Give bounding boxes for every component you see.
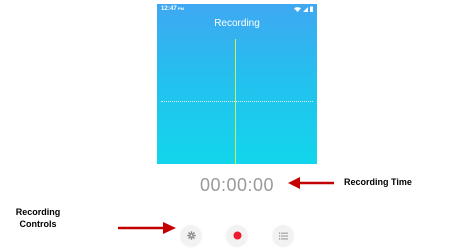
status-time: 12:47PM bbox=[161, 6, 184, 12]
recorder-screen: 12:47PM Recording bbox=[157, 4, 317, 164]
recordings-list-button[interactable] bbox=[273, 226, 293, 246]
recording-controls-label: Recording Controls bbox=[0, 206, 76, 230]
list-icon bbox=[278, 227, 288, 245]
signal-icon bbox=[303, 6, 308, 14]
record-icon bbox=[233, 227, 242, 245]
status-bar: 12:47PM bbox=[157, 4, 317, 16]
recording-timer: 00:00:00 bbox=[199, 175, 275, 195]
status-icons bbox=[294, 6, 313, 14]
recording-time-arrow bbox=[288, 177, 334, 189]
wifi-icon bbox=[294, 6, 301, 14]
record-button[interactable] bbox=[227, 226, 247, 246]
screen-title: Recording bbox=[214, 18, 260, 29]
waveform-baseline bbox=[161, 101, 313, 102]
screenshot-canvas: 12:47PM Recording 00:00:00 Recording Tim… bbox=[0, 0, 449, 248]
settings-button[interactable] bbox=[181, 226, 201, 246]
recording-controls-label-line2: Controls bbox=[19, 219, 57, 229]
status-time-ampm: PM bbox=[177, 6, 185, 11]
status-time-value: 12:47 bbox=[161, 6, 177, 12]
recording-controls-arrow bbox=[118, 222, 176, 234]
recording-controls-label-line1: Recording bbox=[15, 207, 61, 217]
playhead-line bbox=[235, 39, 236, 164]
recording-time-label: Recording Time bbox=[344, 177, 412, 187]
battery-icon bbox=[310, 6, 313, 14]
gear-icon bbox=[186, 227, 196, 245]
